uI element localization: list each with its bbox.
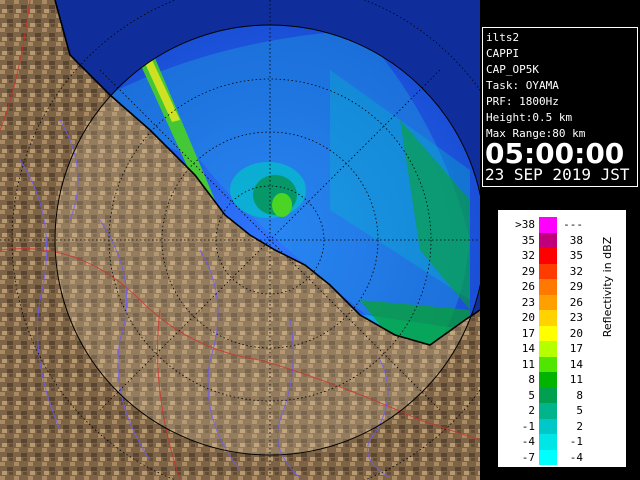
legend-upper-label: 5 <box>576 404 583 417</box>
legend-upper-label: 29 <box>569 280 583 293</box>
legend-lower-label: 5 <box>528 388 535 402</box>
reflectivity-legend: >38 --- 35 38 32 35 29 32 26 29 23 26 20 23 17 20 14 17 11… <box>498 210 626 467</box>
legend-color-swatch <box>539 279 557 295</box>
legend-color-swatch <box>539 356 557 372</box>
legend-upper-label: 8 <box>576 388 583 402</box>
legend-color-swatch <box>539 387 557 403</box>
legend-color-swatch <box>539 372 557 388</box>
radar-map <box>0 0 480 480</box>
legend-lower-label: >38 <box>515 218 535 231</box>
legend-unit-label: Reflectivity in dBZ <box>601 236 614 338</box>
legend-lower-label: 29 <box>521 264 535 278</box>
legend-upper-label: -4 <box>569 450 583 464</box>
height-value: Height:0.5 km <box>486 111 573 124</box>
info-panel: ilts2 CAPPI CAP_OP5K Task: OYAMA PRF: 18… <box>482 27 638 187</box>
legend-lower-label: 20 <box>521 311 535 324</box>
legend-upper-label: 11 <box>569 373 583 386</box>
legend-lower-label: 23 <box>521 295 535 309</box>
legend-lower-label: 8 <box>528 373 535 386</box>
site-name: ilts2 <box>486 31 520 44</box>
legend-color-swatch <box>539 248 557 264</box>
legend-lower-label: 11 <box>521 357 535 371</box>
legend-color-swatch <box>539 263 557 279</box>
legend-upper-label: 38 <box>569 233 583 247</box>
legend-color-swatch <box>539 232 557 248</box>
legend-color-swatch <box>539 217 557 233</box>
legend-upper-label: --- <box>563 218 583 231</box>
legend-lower-label: -1 <box>521 419 535 433</box>
product-name: CAP_OP5K <box>486 63 539 76</box>
legend-upper-label: 20 <box>569 326 583 340</box>
legend-color-swatch <box>539 341 557 357</box>
legend-color-swatch <box>539 294 557 310</box>
legend-upper-label: 14 <box>569 357 583 371</box>
legend-lower-label: -4 <box>521 435 535 448</box>
legend-upper-label: 35 <box>569 249 583 262</box>
legend-upper-label: 17 <box>569 342 583 355</box>
task-name: Task: OYAMA <box>486 79 559 92</box>
legend-lower-label: 14 <box>521 342 535 355</box>
legend-upper-label: 23 <box>569 311 583 324</box>
legend-lower-label: -7 <box>521 450 535 464</box>
legend-upper-label: 2 <box>576 419 583 433</box>
legend-lower-label: 17 <box>521 326 535 340</box>
legend-upper-label: 32 <box>569 264 583 278</box>
legend-lower-label: 2 <box>528 404 535 417</box>
legend-upper-label: -1 <box>569 435 583 448</box>
legend-color-swatch <box>539 449 557 465</box>
prf-value: PRF: 1800Hz <box>486 95 559 108</box>
legend-color-swatch <box>539 325 557 341</box>
product-type: CAPPI <box>486 47 520 60</box>
legend-color-swatch <box>539 403 557 419</box>
legend-color-swatch <box>539 434 557 450</box>
legend-lower-label: 26 <box>521 280 535 293</box>
legend-color-swatch <box>539 310 557 326</box>
legend-lower-label: 32 <box>521 249 535 262</box>
time-readout: 05:00:00 <box>485 137 625 170</box>
legend-upper-label: 26 <box>569 295 583 309</box>
legend-color-swatch <box>539 418 557 434</box>
legend-lower-label: 35 <box>521 233 535 247</box>
